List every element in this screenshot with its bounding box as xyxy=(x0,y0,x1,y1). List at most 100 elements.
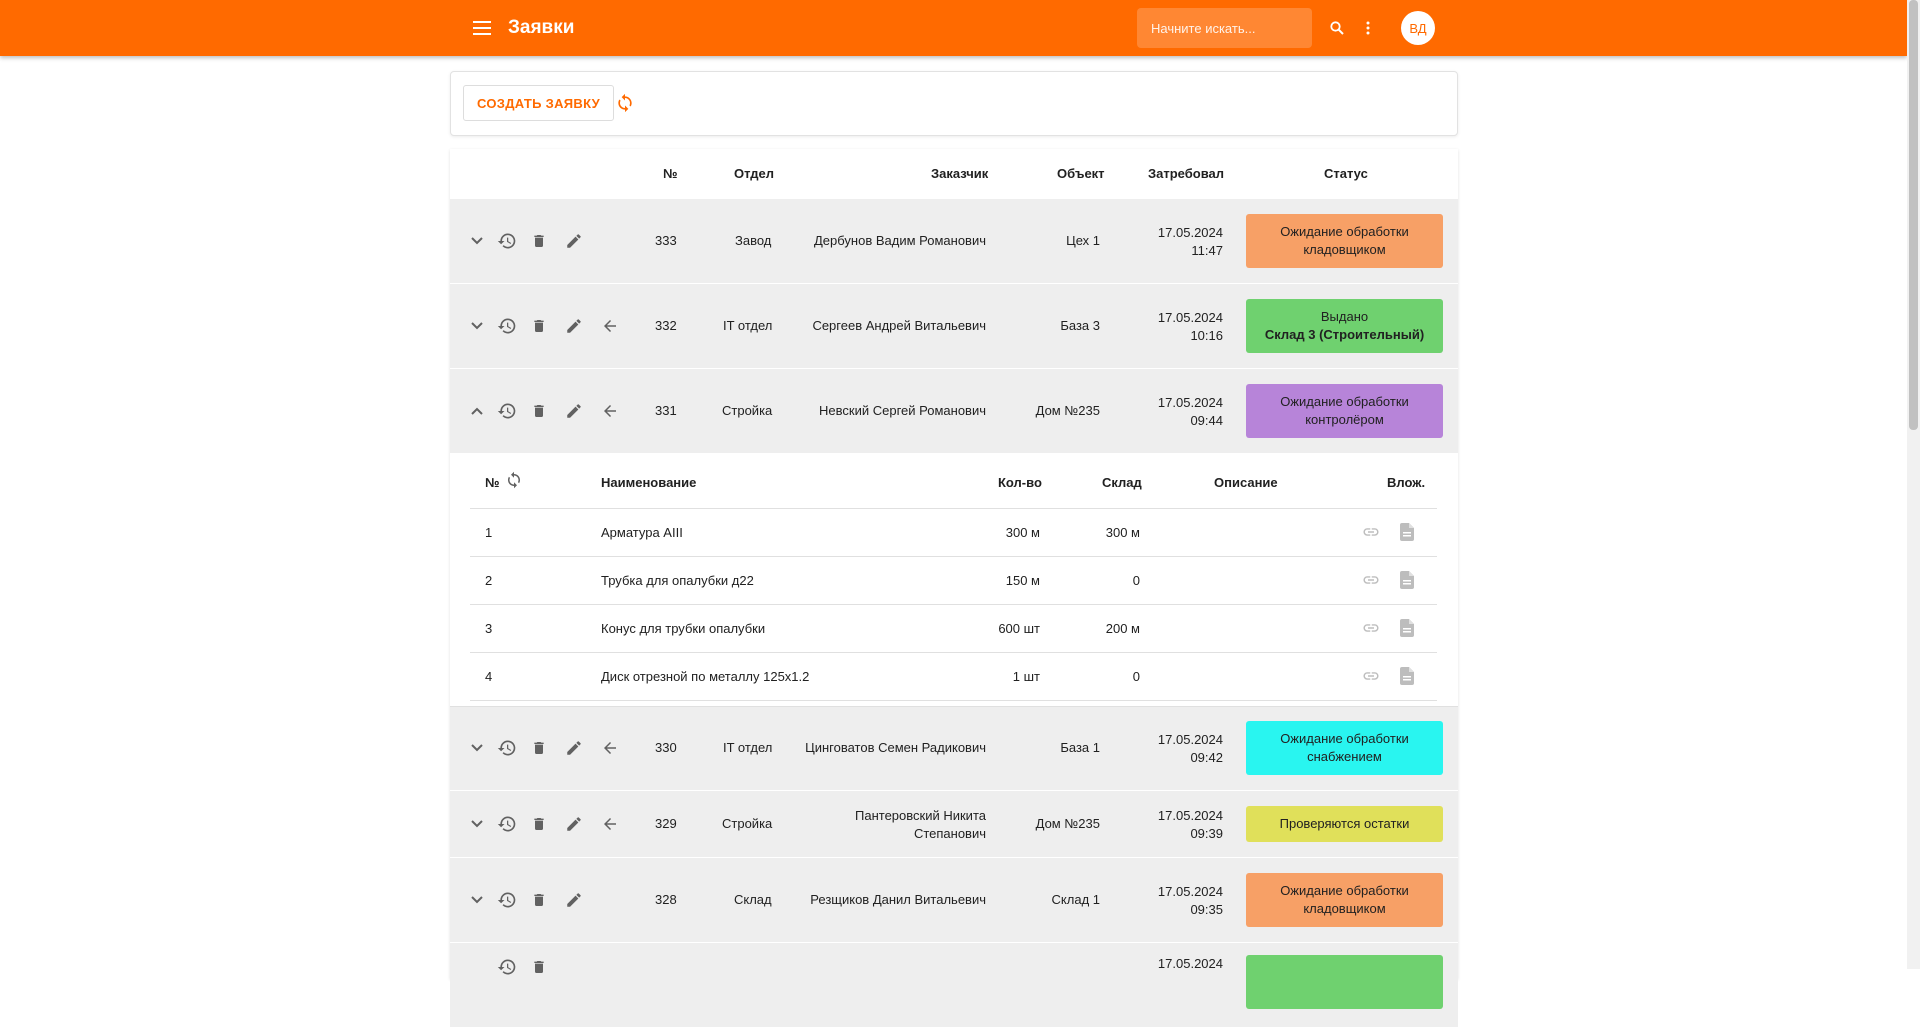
item-name: Арматура AIII xyxy=(601,525,683,540)
item-qty: 1 шт xyxy=(1012,669,1040,684)
col-num[interactable]: № xyxy=(663,166,678,181)
row-dept: IT отдел xyxy=(723,740,773,755)
delete-icon[interactable] xyxy=(528,315,550,337)
history-icon[interactable] xyxy=(496,813,518,835)
item-row: 4 Диск отрезной по металлу 125x1.2 1 шт … xyxy=(470,653,1437,701)
row-customer: Дербунов Вадим Романович xyxy=(814,233,986,248)
chevron-down-icon[interactable] xyxy=(466,230,488,252)
item-name: Трубка для опалубки д22 xyxy=(601,573,754,588)
row-dept: Стройка xyxy=(722,816,773,831)
row-dept: Стройка xyxy=(722,403,773,418)
link-icon[interactable] xyxy=(1361,666,1381,686)
col-customer[interactable]: Заказчик xyxy=(931,166,988,181)
col-requested[interactable]: Затребовал xyxy=(1148,166,1224,181)
item-row: 1 Арматура AIII 300 м 300 м xyxy=(470,509,1437,557)
arrow-back-icon[interactable] xyxy=(599,737,621,759)
edit-icon[interactable] xyxy=(563,230,585,252)
refresh-icon[interactable] xyxy=(613,91,637,115)
item-num: 4 xyxy=(485,669,493,684)
delete-icon[interactable] xyxy=(528,400,550,422)
history-icon[interactable] xyxy=(496,315,518,337)
edit-icon[interactable] xyxy=(563,889,585,911)
table-row[interactable]: 331 Стройка Невский Сергей Романович Дом… xyxy=(450,369,1458,454)
row-date: 17.05.2024 xyxy=(1157,956,1223,971)
search-icon[interactable] xyxy=(1325,16,1349,40)
row-date: 17.05.2024 xyxy=(1157,310,1223,325)
row-object: Цех 1 xyxy=(1066,233,1100,248)
row-time: 09:39 xyxy=(1190,826,1223,841)
delete-icon[interactable] xyxy=(528,889,550,911)
col-dept[interactable]: Отдел xyxy=(734,166,774,181)
file-icon[interactable] xyxy=(1397,570,1417,590)
row-object: База 1 xyxy=(1060,740,1100,755)
table-row[interactable]: 332 IT отдел Сергеев Андрей Витальевич Б… xyxy=(450,284,1458,369)
row-object: База 3 xyxy=(1060,318,1100,333)
row-dept: Завод xyxy=(735,233,772,248)
search-input[interactable] xyxy=(1137,8,1312,48)
history-icon[interactable] xyxy=(496,230,518,252)
create-request-button[interactable]: СОЗДАТЬ ЗАЯВКУ xyxy=(463,85,615,121)
avatar[interactable]: ВД xyxy=(1401,11,1435,45)
link-icon[interactable] xyxy=(1361,618,1381,638)
refresh-icon[interactable] xyxy=(505,471,523,492)
menu-icon[interactable] xyxy=(470,16,494,40)
scrollbar-thumb[interactable] xyxy=(1909,0,1918,430)
history-icon[interactable] xyxy=(496,737,518,759)
delete-icon[interactable] xyxy=(528,956,550,978)
request-items-panel: № Наименование Кол-во Склад Описание Вло… xyxy=(450,454,1458,707)
delete-icon[interactable] xyxy=(528,813,550,835)
item-warehouse: 200 м xyxy=(1105,621,1140,636)
row-time: 09:44 xyxy=(1190,413,1223,428)
items-header: № Наименование Кол-во Склад Описание Вло… xyxy=(470,454,1437,509)
col-status[interactable]: Статус xyxy=(1324,166,1368,181)
link-icon[interactable] xyxy=(1361,522,1381,542)
table-row[interactable]: 333 Завод Дербунов Вадим Романович Цех 1… xyxy=(450,199,1458,284)
edit-icon[interactable] xyxy=(563,315,585,337)
edit-icon[interactable] xyxy=(563,400,585,422)
table-row[interactable]: 330 IT отдел Цинговатов Семен Радикович … xyxy=(450,707,1458,791)
file-icon[interactable] xyxy=(1397,666,1417,686)
item-num: 3 xyxy=(485,621,493,636)
item-num: 2 xyxy=(485,573,493,588)
chevron-down-icon[interactable] xyxy=(466,813,488,835)
col-object[interactable]: Объект xyxy=(1057,166,1105,181)
edit-icon[interactable] xyxy=(563,737,585,759)
history-icon[interactable] xyxy=(496,956,518,978)
arrow-back-icon[interactable] xyxy=(599,315,621,337)
link-icon[interactable] xyxy=(1361,570,1381,590)
status-text: Выдано xyxy=(1320,309,1369,324)
status-badge: Проверяются остатки xyxy=(1246,806,1443,842)
row-time: 11:47 xyxy=(1191,243,1223,258)
more-vert-icon[interactable] xyxy=(1356,16,1380,40)
edit-icon[interactable] xyxy=(563,813,585,835)
status-badge: Ожидание обработки кладовщиком xyxy=(1246,214,1443,268)
items-col-name: Наименование xyxy=(601,475,697,490)
chevron-down-icon[interactable] xyxy=(466,315,488,337)
status-warehouse: Склад 3 (Строительный) xyxy=(1264,327,1425,342)
arrow-back-icon[interactable] xyxy=(599,400,621,422)
row-date: 17.05.2024 xyxy=(1157,732,1223,747)
file-icon[interactable] xyxy=(1397,618,1417,638)
history-icon[interactable] xyxy=(496,889,518,911)
chevron-down-icon[interactable] xyxy=(466,737,488,759)
chevron-up-icon[interactable] xyxy=(466,400,488,422)
status-badge xyxy=(1246,955,1443,1009)
item-warehouse: 300 м xyxy=(1105,525,1140,540)
table-header: № Отдел Заказчик Объект Затребовал Стату… xyxy=(450,149,1458,199)
row-object: Дом №235 xyxy=(1035,816,1100,831)
requests-table: № Отдел Заказчик Объект Затребовал Стату… xyxy=(450,149,1458,1028)
row-time: 09:42 xyxy=(1190,750,1223,765)
page-title: Заявки xyxy=(508,17,575,38)
row-customer: Резщиков Данил Витальевич xyxy=(810,892,986,907)
delete-icon[interactable] xyxy=(528,230,550,252)
arrow-back-icon[interactable] xyxy=(599,813,621,835)
file-icon[interactable] xyxy=(1397,522,1417,542)
table-row[interactable]: 328 Склад Резщиков Данил Витальевич Скла… xyxy=(450,858,1458,943)
scrollbar[interactable] xyxy=(1907,0,1920,969)
history-icon[interactable] xyxy=(496,400,518,422)
chevron-down-icon[interactable] xyxy=(466,889,488,911)
delete-icon[interactable] xyxy=(528,737,550,759)
table-row[interactable]: 17.05.2024 xyxy=(450,943,1458,1028)
table-row[interactable]: 329 Стройка Пантеровский Никита Степанов… xyxy=(450,791,1458,858)
status-badge: Выдано Склад 3 (Строительный) xyxy=(1246,299,1443,353)
